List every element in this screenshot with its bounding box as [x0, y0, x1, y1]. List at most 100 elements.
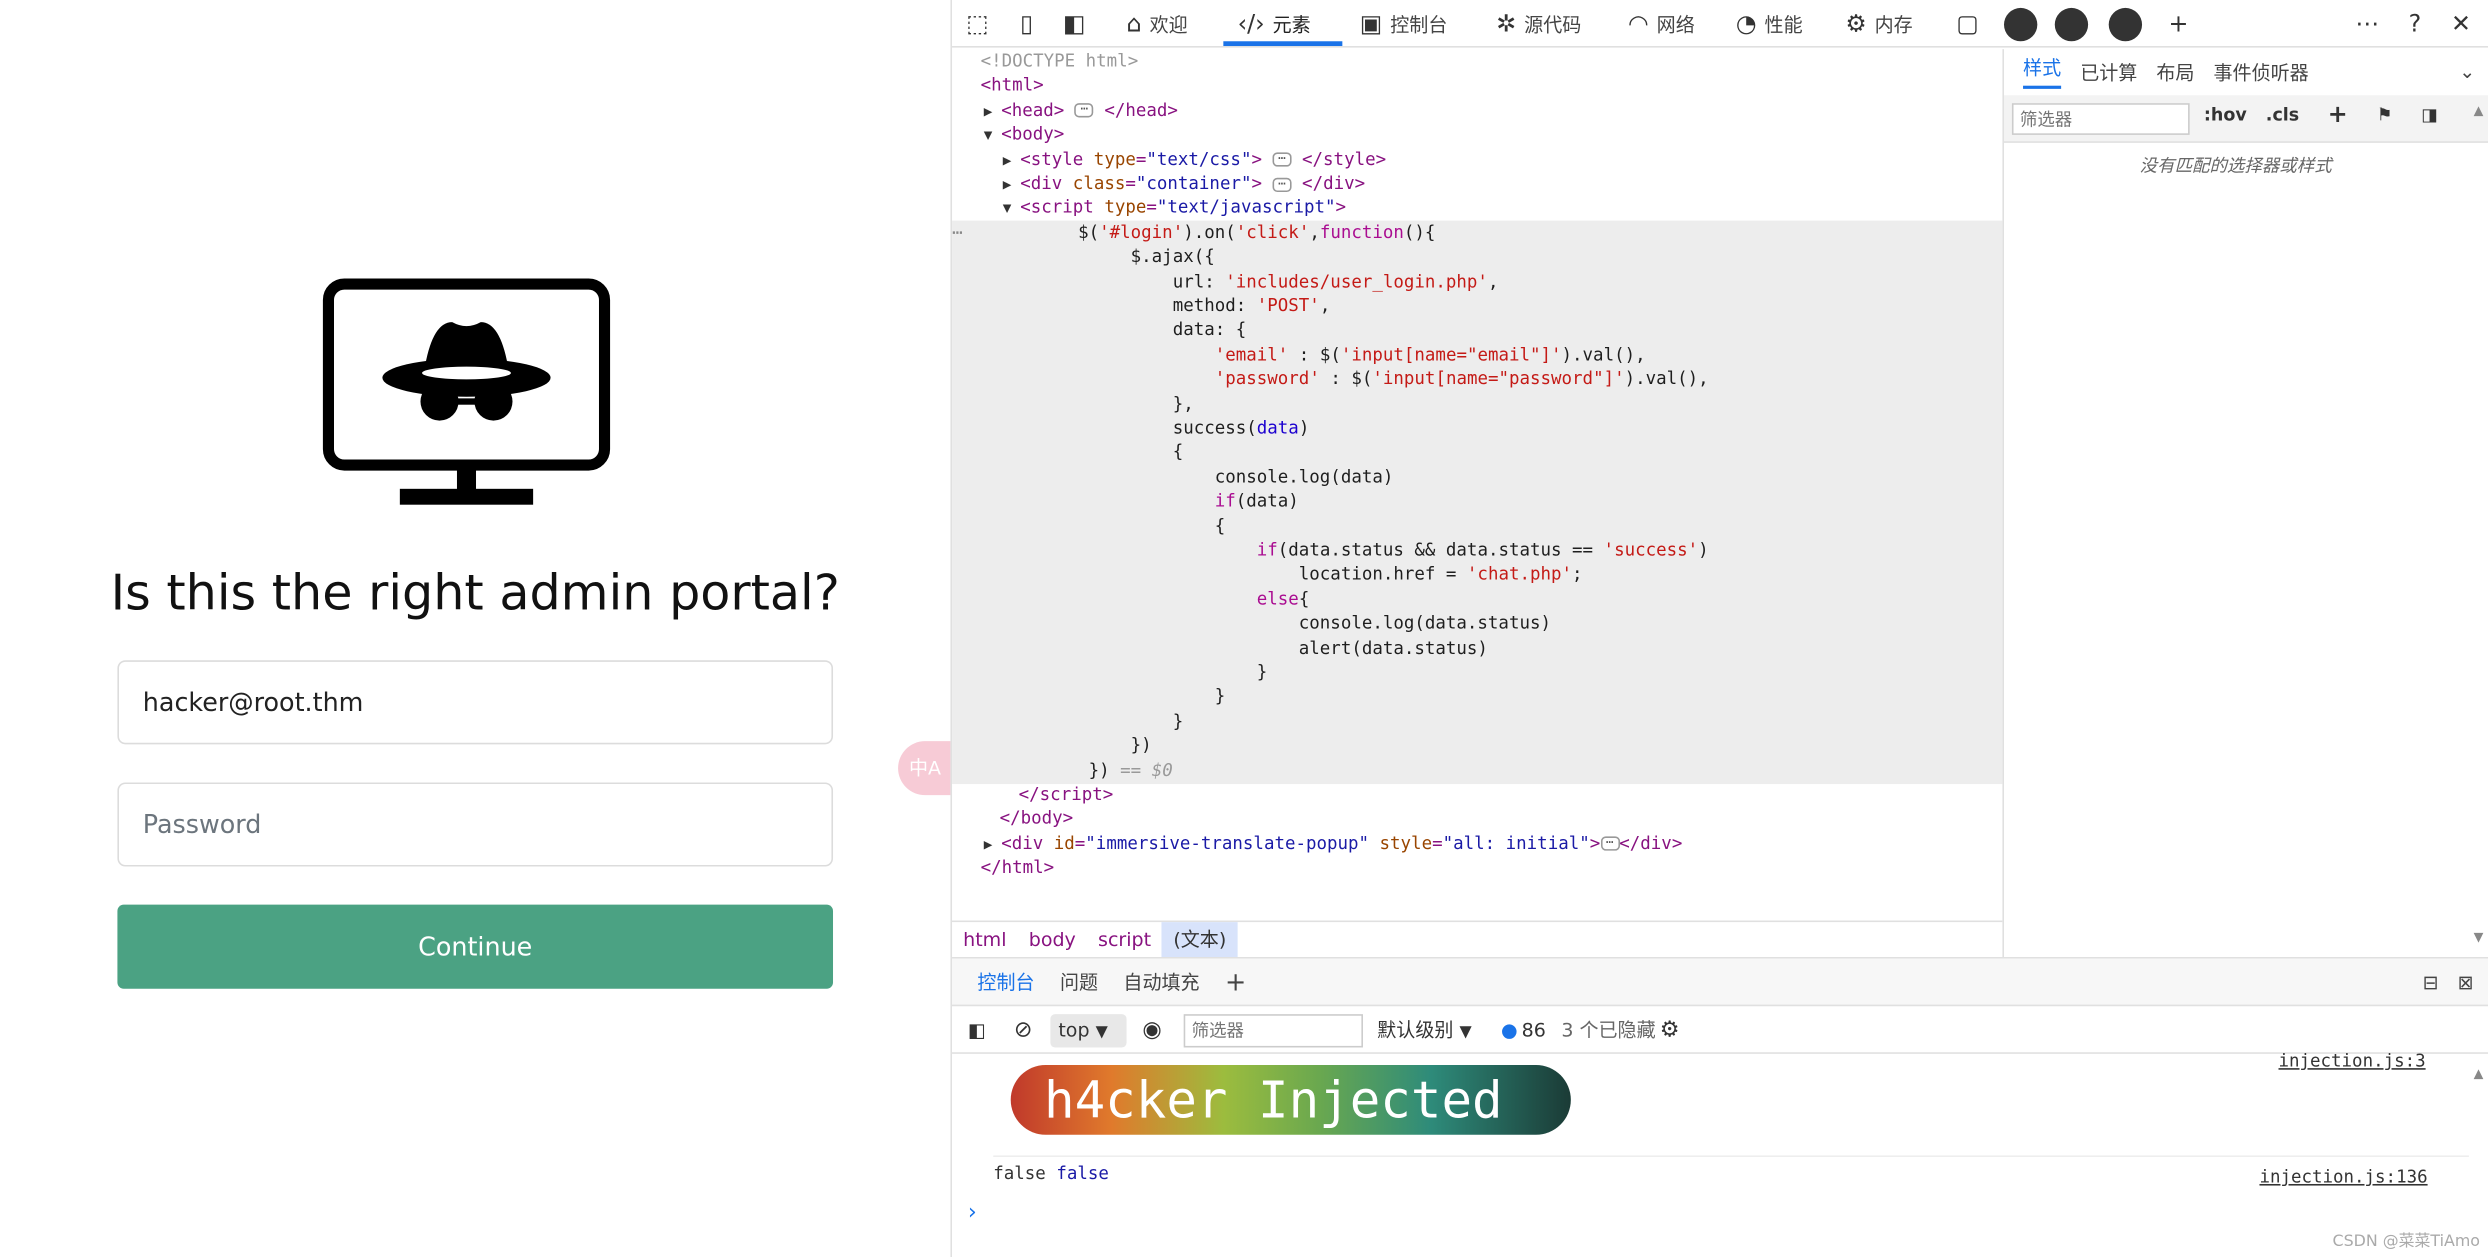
dom-line[interactable]: </html> — [981, 856, 1055, 880]
scroll-up-icon[interactable]: ▲ — [2474, 103, 2488, 117]
tab-network[interactable]: ◠ 网络 — [1628, 0, 1695, 48]
dom-line[interactable]: ▼ <body> — [984, 123, 1065, 147]
breadcrumb: html body script (文本) — [952, 920, 2003, 958]
application-icon[interactable]: ▢ — [1952, 8, 1984, 40]
console-icon: ▣ — [1359, 9, 1383, 39]
cls-toggle[interactable]: .cls — [2266, 105, 2299, 126]
scroll-up-icon[interactable]: ▲ — [2474, 1067, 2488, 1081]
drawer-tab-autofill[interactable]: 自动填充 — [1123, 968, 1199, 995]
dom-line[interactable]: ▶ <div class="container"> ⋯ </div> — [1003, 171, 1365, 195]
breadcrumb-item[interactable]: script — [1087, 922, 1162, 957]
dom-line: url: 'includes/user_login.php', — [952, 270, 1499, 292]
extension-icon-3[interactable] — [2108, 7, 2143, 42]
active-tab-underline — [1223, 41, 1343, 47]
hacker-monitor-logo — [322, 278, 611, 505]
dom-line[interactable]: </script> — [1019, 782, 1114, 806]
device-emulation-icon[interactable]: ▯ — [1011, 8, 1043, 40]
tab-layout[interactable]: 布局 — [2156, 58, 2194, 85]
tab-event-listeners[interactable]: 事件侦听器 — [2214, 58, 2309, 85]
help-icon[interactable]: ? — [2399, 8, 2431, 40]
dom-line: if(data.status && data.status == 'succes… — [1256, 539, 1709, 561]
code-icon: ‹/› — [1237, 9, 1265, 39]
chevron-down-icon[interactable]: ⌄ — [2459, 60, 2475, 82]
dom-line[interactable]: ▶ <style type="text/css"> ⋯ </style> — [1003, 147, 1386, 171]
dom-line[interactable]: ▶ <div id="immersive-translate-popup" sty… — [984, 831, 1683, 855]
dom-line: <!DOCTYPE html> — [980, 50, 1139, 72]
dom-line[interactable]: ⋯ $('#login').on('click',function(){ — [952, 220, 1435, 244]
log-level-select[interactable]: 默认级别 ▼ — [1377, 1016, 1471, 1043]
dom-line: if(data) — [1214, 490, 1299, 512]
login-page: Is this the right admin portal? Continue — [0, 0, 951, 1257]
dom-line[interactable]: ▶ <head> ⋯ </head> — [984, 98, 1178, 122]
translate-float-button[interactable]: 中A — [898, 741, 953, 796]
dom-line: }) == $0 — [952, 759, 1173, 781]
source-link[interactable]: injection.js:136 — [2259, 1167, 2427, 1188]
scroll-down-icon[interactable]: ▼ — [2474, 930, 2488, 944]
console-toolbar: ◧ ⊘ top ▼ ◉ 默认级别 ▼ ● 86 3 个已隐藏 ⚙ — [952, 1006, 2488, 1054]
extension-icon-2[interactable] — [2054, 7, 2089, 42]
console-filter-input[interactable] — [1183, 1014, 1363, 1048]
styles-filter-input[interactable] — [2011, 103, 2190, 135]
dom-line[interactable]: </body> — [1000, 807, 1074, 831]
tab-welcome[interactable]: ⌂ 欢迎 — [1127, 0, 1188, 48]
paint-icon[interactable]: ⚑ — [2377, 105, 2393, 126]
add-tab-icon[interactable]: + — [2163, 8, 2195, 40]
email-field[interactable] — [117, 660, 834, 745]
tab-styles[interactable]: 样式 — [2023, 54, 2062, 89]
continue-button[interactable]: Continue — [117, 904, 834, 989]
dom-line: data: { — [952, 319, 1247, 341]
breadcrumb-item-selected[interactable]: (文本) — [1162, 922, 1238, 958]
dom-line: { — [952, 515, 1226, 536]
drawer-tab-console[interactable]: 控制台 — [977, 968, 1034, 995]
dom-line: }) — [952, 735, 1152, 756]
dom-line: }, — [952, 392, 1194, 414]
console-injected-banner: h4cker Injected — [1010, 1064, 1571, 1135]
dom-line: method: 'POST', — [952, 295, 1331, 316]
tab-sources[interactable]: ✲ 源代码 — [1496, 0, 1581, 48]
dom-line: success(data) — [952, 417, 1310, 439]
dom-line: console.log(data.status) — [952, 612, 1551, 634]
breadcrumb-item[interactable]: body — [1018, 922, 1087, 957]
add-tab-icon[interactable]: + — [1225, 967, 1246, 997]
dom-line: alert(data.status) — [952, 637, 1488, 659]
styles-tabs: 样式 已计算 布局 事件侦听器 ⌄ — [2004, 49, 2488, 93]
dom-line[interactable]: <html> — [981, 74, 1044, 98]
close-drawer-icon[interactable]: ⊠ — [2458, 971, 2474, 993]
tab-computed[interactable]: 已计算 — [2080, 58, 2137, 85]
divider — [993, 1155, 2469, 1157]
dom-line: else{ — [1256, 588, 1310, 610]
breadcrumb-item[interactable]: html — [952, 922, 1018, 957]
sidebar-toggle-icon[interactable]: ◨ — [2421, 105, 2438, 126]
context-select[interactable]: top ▼ — [1050, 1014, 1127, 1048]
tab-console[interactable]: ▣ 控制台 — [1360, 0, 1448, 48]
gear-icon[interactable]: ⚙ — [1660, 1017, 1680, 1042]
styles-filter-bar: :hov .cls + ⚑ ◨ — [2004, 95, 2488, 143]
source-link[interactable]: injection.js:3 — [2279, 1051, 2426, 1072]
sidebar-toggle-icon[interactable]: ◧ — [968, 1018, 986, 1040]
hov-toggle[interactable]: :hov — [2204, 105, 2247, 126]
dom-line: { — [952, 441, 1184, 463]
dom-line[interactable]: ▼ <script type="text/javascript"> — [1003, 196, 1346, 220]
drawer-tabs: 控制台 问题 自动填充 + ⊟ ⊠ — [952, 958, 2488, 1007]
dom-line: 'password' : $('input[name="password"]')… — [1214, 368, 1709, 390]
close-icon[interactable]: ✕ — [2445, 8, 2477, 40]
drawer-tab-issues[interactable]: 问题 — [1060, 968, 1098, 995]
console-prompt-icon[interactable]: › — [968, 1200, 977, 1225]
elements-tree: <!DOCTYPE html> <html> ▶ <head> ⋯ </head>… — [952, 49, 2003, 920]
dock-icon[interactable]: ◧ — [1058, 8, 1090, 40]
new-rule-icon[interactable]: + — [2328, 100, 2348, 129]
dock-icon[interactable]: ⊟ — [2423, 971, 2439, 993]
dom-line: } — [952, 686, 1226, 707]
dom-line: $.ajax({ — [952, 246, 1215, 267]
tab-memory[interactable]: ⚙ 内存 — [1845, 0, 1912, 48]
styles-pane: 样式 已计算 布局 事件侦听器 ⌄ :hov .cls + ⚑ ◨ 没有匹配的选… — [2002, 49, 2488, 958]
eye-icon[interactable]: ◉ — [1142, 1017, 1161, 1042]
tab-performance[interactable]: ◔ 性能 — [1736, 0, 1803, 48]
clear-console-icon[interactable]: ⊘ — [1014, 1017, 1033, 1042]
inspect-icon[interactable]: ⬚ — [962, 8, 994, 40]
extension-icon-1[interactable] — [2004, 7, 2038, 42]
more-options-icon[interactable]: ⋯ — [2351, 8, 2383, 40]
watermark: CSDN @菜菜TiAmo — [2332, 1233, 2481, 1251]
password-field[interactable] — [117, 782, 834, 867]
dom-line: } — [952, 710, 1184, 732]
